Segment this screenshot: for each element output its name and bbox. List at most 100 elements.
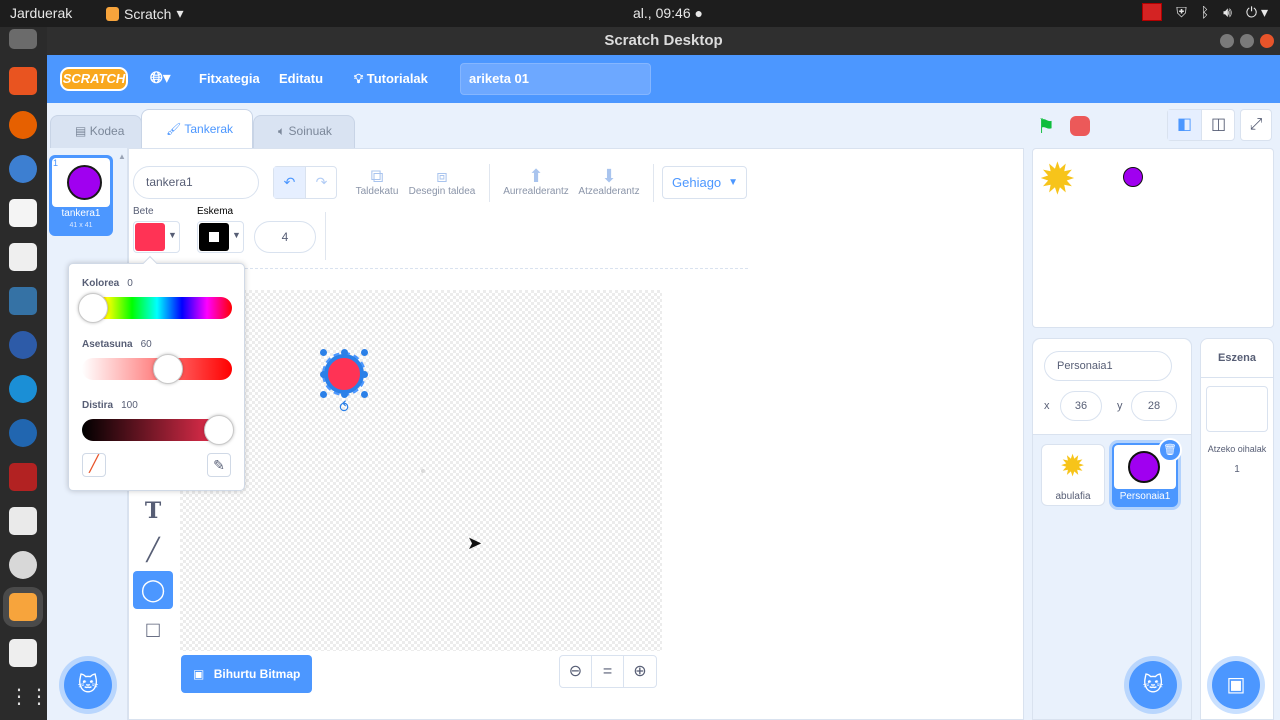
thunderbird-icon[interactable]: [9, 155, 37, 183]
writer-icon[interactable]: [9, 507, 37, 535]
document-icon[interactable]: [9, 199, 37, 227]
zoom-reset-icon[interactable]: =: [592, 656, 624, 687]
add-costume-button[interactable]: 🐱︎: [64, 661, 112, 709]
toolbar-divider: [489, 164, 490, 202]
x-app-icon[interactable]: [9, 639, 37, 667]
delete-sprite-icon[interactable]: 🗑︎: [1158, 438, 1182, 462]
saturation-slider-knob[interactable]: [153, 354, 183, 384]
resize-handle[interactable]: [341, 349, 348, 356]
menu-edit[interactable]: Editatu: [279, 71, 323, 86]
resize-handle[interactable]: [361, 391, 368, 398]
files-stack-icon[interactable]: [9, 29, 37, 49]
purple-circle-sprite[interactable]: [1123, 167, 1143, 187]
power-icon[interactable]: ⏻ ▾: [1246, 4, 1268, 21]
apps-grid-icon[interactable]: ⋮⋮: [9, 683, 49, 711]
outline-width-input[interactable]: 4: [254, 221, 316, 253]
redo-icon[interactable]: ↷: [306, 167, 337, 198]
python-icon[interactable]: [9, 287, 37, 315]
clock[interactable]: al., 09:46 ●: [633, 5, 703, 21]
r-language-icon[interactable]: [9, 419, 37, 447]
menu-tutorials[interactable]: 💡︎ Tutorialak: [354, 71, 428, 87]
maximize-button[interactable]: [1240, 34, 1254, 48]
project-title-input[interactable]: ariketa 01: [460, 63, 651, 95]
stop-icon[interactable]: [1070, 116, 1090, 136]
line-tool-icon[interactable]: ╱: [133, 531, 173, 569]
convert-bitmap-button[interactable]: ▣ Bihurtu Bitmap: [181, 655, 312, 693]
text-tool-icon[interactable]: T: [133, 492, 173, 530]
add-backdrop-button[interactable]: ▣: [1212, 661, 1260, 709]
tab-sounds[interactable]: 🔈︎ Soinuak: [253, 115, 355, 148]
eyedropper-icon[interactable]: ✎: [207, 453, 231, 477]
sprite-tile-abulafia[interactable]: ✹ abulafia: [1041, 444, 1105, 506]
sprite-name: abulafia: [1055, 491, 1091, 502]
sprite-name: Personaia1: [1119, 491, 1171, 502]
arrow-up-icon: ⬆: [528, 166, 544, 186]
app-menu[interactable]: Scratch ▾: [106, 5, 184, 22]
forward-button[interactable]: ⬆ Aurrealderantz: [498, 166, 574, 197]
sync-app-icon[interactable]: [9, 375, 37, 403]
fullscreen-icon[interactable]: ⤢: [1240, 109, 1272, 141]
software-center-icon[interactable]: [9, 67, 37, 95]
large-stage-icon[interactable]: ◫: [1202, 110, 1235, 140]
zoom-out-icon[interactable]: ⊖: [560, 656, 592, 687]
activities-button[interactable]: Jarduerak: [10, 5, 72, 21]
rectangle-tool-icon[interactable]: □: [133, 611, 173, 649]
y-input[interactable]: 28: [1131, 391, 1177, 421]
fill-color-button[interactable]: ▼: [133, 221, 180, 253]
x-input[interactable]: 36: [1060, 391, 1102, 421]
green-flag-icon[interactable]: ⚑: [1037, 114, 1055, 139]
minimize-button[interactable]: [1220, 34, 1234, 48]
scratch-dock-icon[interactable]: [9, 593, 37, 621]
rotate-handle-icon[interactable]: ⥀: [335, 400, 353, 414]
outline-color-button[interactable]: ▼: [197, 221, 244, 253]
tab-code[interactable]: ▤ Kodea: [50, 115, 142, 148]
group-button[interactable]: ⧉ Taldekatu: [353, 166, 401, 197]
shield-icon[interactable]: ⛨: [1176, 4, 1187, 21]
brightness-slider-knob[interactable]: [204, 415, 234, 445]
checker-app-icon[interactable]: [9, 463, 37, 491]
brightness-slider[interactable]: [82, 415, 234, 445]
backward-button[interactable]: ⬇ Atzealderantz: [574, 166, 644, 197]
costume-name-input[interactable]: tankera1: [133, 166, 259, 199]
resize-handle[interactable]: [320, 391, 327, 398]
canvas-center-dot: [421, 469, 425, 473]
saturation-slider[interactable]: [82, 354, 232, 384]
close-button[interactable]: [1260, 34, 1274, 48]
abulafia-sprite[interactable]: ✹: [1039, 155, 1087, 205]
language-globe-icon[interactable]: 🌐︎▾: [150, 68, 171, 88]
resize-handle[interactable]: [341, 391, 348, 398]
volume-icon[interactable]: 🔊︎: [1223, 4, 1232, 21]
stage[interactable]: ✹: [1032, 148, 1274, 328]
circle-tool-icon[interactable]: ◯: [133, 571, 173, 609]
record-indicator-icon[interactable]: [1142, 3, 1163, 21]
resize-handle[interactable]: [320, 371, 327, 378]
paint-canvas[interactable]: ⥀ ➤: [180, 290, 662, 651]
costume-card[interactable]: 1 tankera1 41 x 41: [49, 155, 113, 236]
dock: ⋮⋮: [0, 27, 49, 720]
undo-icon[interactable]: ↶: [274, 167, 306, 198]
small-stage-icon[interactable]: ◧: [1168, 110, 1202, 140]
sprite-tile-personaia1[interactable]: Personaia1 🗑︎: [1112, 438, 1182, 507]
scratch-logo[interactable]: SCRATCH: [60, 67, 128, 91]
resize-handle[interactable]: [361, 349, 368, 356]
more-dropdown[interactable]: Gehiago ▼: [662, 166, 747, 199]
firefox-icon[interactable]: [9, 111, 37, 139]
no-fill-icon[interactable]: ╱: [82, 453, 106, 477]
sprite-name-input[interactable]: Personaia1: [1044, 351, 1172, 381]
bluetooth-icon[interactable]: ᛒ: [1201, 4, 1209, 20]
red-circle-shape[interactable]: [324, 354, 364, 394]
color-slider[interactable]: [78, 293, 232, 323]
resize-handle[interactable]: [361, 371, 368, 378]
tab-costumes[interactable]: 🖌︎ Tankerak: [141, 109, 253, 148]
color-slider-knob[interactable]: [78, 293, 108, 323]
add-sprite-button[interactable]: 🐱︎: [1129, 661, 1177, 709]
speaker-app-icon[interactable]: [9, 551, 37, 579]
scroll-up-arrow-icon[interactable]: ▲: [118, 152, 126, 161]
menu-file[interactable]: Fitxategia: [199, 71, 260, 86]
ungroup-button[interactable]: ⧈ Desegin taldea: [405, 166, 479, 197]
app-red-logo-icon[interactable]: [9, 243, 37, 271]
m-app-icon[interactable]: [9, 331, 37, 359]
purple-circle-thumbnail: [1128, 451, 1160, 483]
resize-handle[interactable]: [320, 349, 327, 356]
zoom-in-icon[interactable]: ⊕: [624, 656, 656, 687]
